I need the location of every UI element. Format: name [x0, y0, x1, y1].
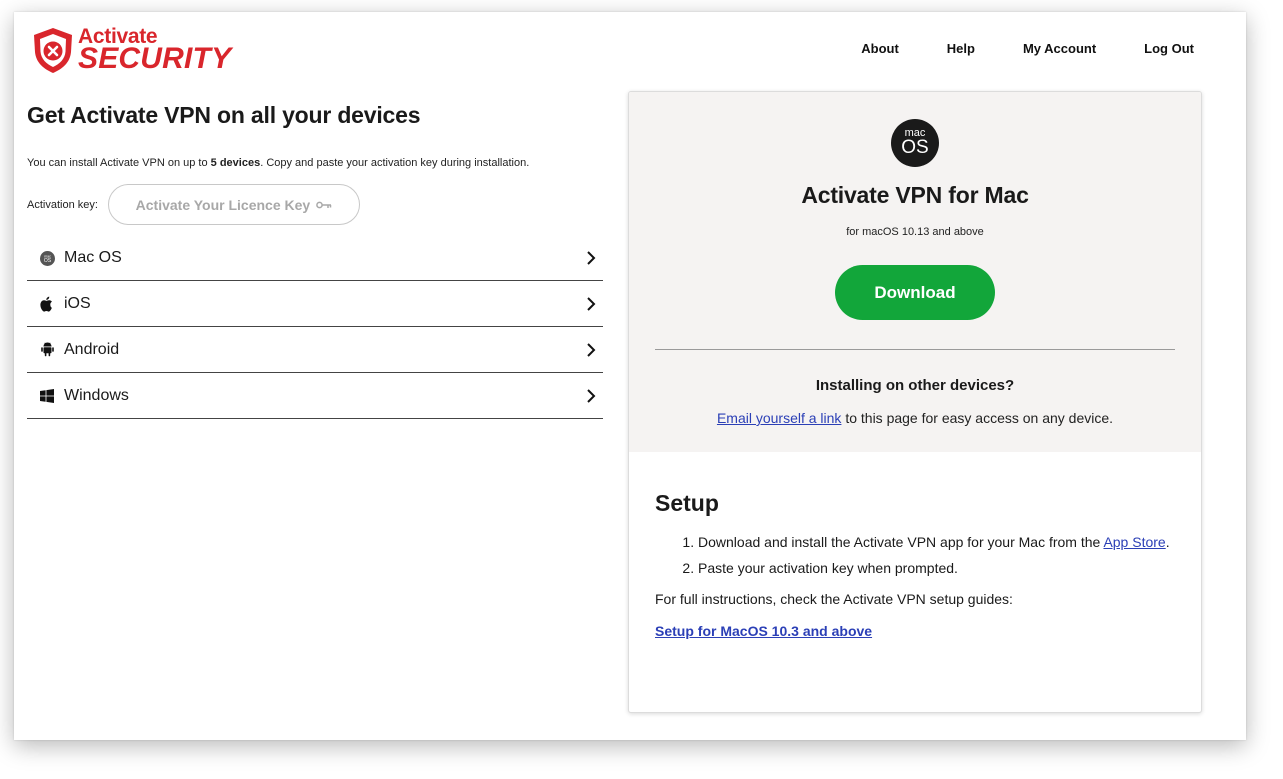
device-name: iOS: [64, 294, 91, 312]
shield-icon: [34, 28, 72, 73]
apple-icon: [39, 296, 55, 312]
macos-icon: mac OS: [39, 250, 55, 266]
macos-badge-icon: mac OS: [891, 119, 939, 167]
intro-text-after: . Copy and paste your activation key dur…: [260, 157, 530, 169]
device-name: Mac OS: [64, 249, 122, 266]
brand-logo[interactable]: Activate SECURITY: [30, 26, 231, 74]
devices-section: Get Activate VPN on all your devices You…: [27, 102, 603, 419]
brand-name-bottom: SECURITY: [78, 42, 232, 75]
device-row-windows[interactable]: Windows: [27, 373, 603, 419]
download-panel: mac OS Activate VPN for Mac for macOS 10…: [629, 92, 1201, 452]
page-title: Get Activate VPN on all your devices: [27, 102, 421, 128]
card-title: Activate VPN for Mac: [801, 182, 1029, 208]
activation-key-label: Activation key:: [27, 198, 98, 211]
activation-key-button[interactable]: Activate Your Licence Key: [107, 184, 360, 225]
intro-text-bold: 5 devices: [210, 157, 261, 169]
email-link[interactable]: Email yourself a link: [717, 410, 842, 426]
setup-step: Download and install the Activate VPN ap…: [698, 534, 1175, 550]
other-devices-suffix: to this page for easy access on any devi…: [841, 410, 1114, 426]
setup-guide-link[interactable]: Setup for MacOS 10.3 and above: [655, 623, 872, 639]
chevron-right-icon: [579, 342, 603, 358]
nav-help[interactable]: Help: [947, 41, 975, 56]
setup-section: Setup Download and install the Activate …: [629, 452, 1201, 641]
card-subtitle: for macOS 10.13 and above: [846, 226, 984, 238]
download-button[interactable]: Download: [835, 265, 995, 320]
brand-wordmark: Activate SECURITY: [78, 26, 231, 74]
app-store-link[interactable]: App Store: [1103, 534, 1165, 550]
divider: [655, 349, 1175, 350]
device-row-ios[interactable]: iOS: [27, 281, 603, 327]
chevron-right-icon: [579, 250, 603, 266]
other-devices-title: Installing on other devices?: [815, 377, 1015, 394]
activation-key-row: Activation key: Activate Your Licence Ke…: [27, 184, 603, 225]
browser-window: Activate SECURITY About Help My Account …: [14, 12, 1246, 740]
setup-step-text: Paste your activation key when prompted.: [698, 560, 958, 576]
mac-download-card: mac OS Activate VPN for Mac for macOS 10…: [628, 91, 1202, 713]
setup-step-text: Download and install the Activate VPN ap…: [698, 534, 1104, 550]
macos-badge-bottom: OS: [901, 137, 929, 158]
device-row-android[interactable]: Android: [27, 327, 603, 373]
device-list: mac OS Mac OS iOS Android Windows: [27, 236, 603, 419]
key-icon: [316, 197, 332, 213]
nav-log-out[interactable]: Log Out: [1144, 41, 1194, 56]
device-name: Windows: [64, 386, 129, 404]
top-nav: About Help My Account Log Out: [813, 41, 1194, 56]
setup-steps: Download and install the Activate VPN ap…: [655, 534, 1175, 576]
intro-text: You can install Activate VPN on up to 5 …: [27, 157, 603, 169]
svg-text:OS: OS: [43, 258, 51, 264]
setup-step-suffix: .: [1165, 534, 1170, 550]
intro-text-before: You can install Activate VPN on up to: [27, 157, 211, 169]
other-devices-text: Email yourself a link to this page for e…: [629, 410, 1201, 426]
windows-icon: [39, 388, 55, 403]
nav-my-account[interactable]: My Account: [1023, 41, 1096, 56]
activation-key-button-label: Activate Your Licence Key: [135, 196, 311, 213]
full-instructions-text: For full instructions, check the Activat…: [655, 591, 1013, 607]
android-icon: [39, 342, 55, 357]
device-name: Android: [64, 340, 120, 358]
setup-step: Paste your activation key when prompted.: [698, 560, 1175, 576]
setup-title: Setup: [655, 490, 719, 516]
device-row-macos[interactable]: mac OS Mac OS: [27, 236, 603, 281]
nav-about[interactable]: About: [861, 41, 899, 56]
chevron-right-icon: [579, 388, 603, 404]
chevron-right-icon: [579, 296, 603, 312]
